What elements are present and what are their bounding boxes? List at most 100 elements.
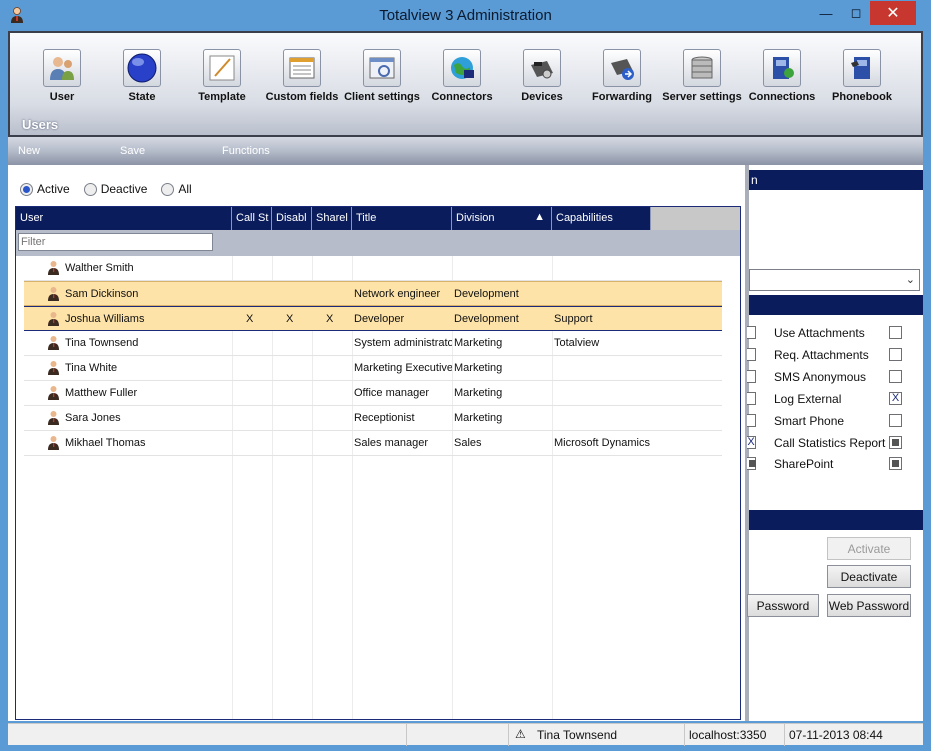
- template-icon: [203, 49, 241, 87]
- capability-label: Smart Phone: [774, 414, 845, 428]
- checkbox-indeterminate[interactable]: [747, 457, 756, 470]
- cell-title: Developer: [354, 313, 405, 325]
- capability-label: SharePoint: [774, 457, 834, 471]
- checkbox-checked[interactable]: X: [889, 392, 902, 405]
- table-row[interactable]: Walther Smith: [24, 256, 722, 281]
- password-button[interactable]: Password: [747, 594, 819, 617]
- activate-button[interactable]: Activate: [827, 537, 911, 560]
- cell-title: Office manager: [354, 387, 430, 399]
- deactivate-button[interactable]: Deactivate: [827, 565, 911, 588]
- ribbon-custom-fields[interactable]: Custom fields: [258, 49, 346, 103]
- status-cell-empty: [406, 724, 508, 746]
- checkbox[interactable]: [889, 370, 902, 383]
- grid-header: User Call St Disabl Sharel Title Divisio…: [16, 207, 740, 230]
- save-button[interactable]: Save: [120, 145, 145, 157]
- cell-user: Tina White: [65, 362, 118, 374]
- radio-unselected-icon: [161, 182, 175, 196]
- capability-row: Smart Phone: [747, 412, 923, 432]
- col-call-status[interactable]: Call St: [232, 207, 272, 230]
- cell-call-status: X: [246, 313, 254, 325]
- ribbon-label: Template: [198, 91, 246, 103]
- ribbon-user[interactable]: User: [18, 49, 106, 103]
- radio-all[interactable]: All: [161, 182, 192, 196]
- new-button[interactable]: New: [18, 145, 40, 157]
- radio-deactive[interactable]: Deactive: [83, 182, 148, 196]
- radio-label: Active: [37, 182, 70, 196]
- content-area: Active Deactive All User Call St Disabl …: [8, 165, 923, 721]
- ribbon-connectors[interactable]: Connectors: [418, 49, 506, 103]
- capabilities-header: [749, 295, 923, 315]
- radio-selected-icon: [20, 182, 33, 196]
- ribbon-client-settings[interactable]: Client settings: [338, 49, 426, 103]
- cell-capabilities: Microsoft Dynamics: [554, 437, 650, 449]
- col-disabled[interactable]: Disabl: [272, 207, 312, 230]
- table-row[interactable]: Tina Townsend System administrator Marke…: [24, 331, 722, 356]
- ribbon-template[interactable]: Template: [178, 49, 266, 103]
- table-row[interactable]: Sam Dickinson Network engineer Developme…: [24, 281, 722, 306]
- user-icon: [48, 261, 59, 275]
- ribbon-server-settings[interactable]: Server settings: [658, 49, 746, 103]
- table-row[interactable]: Tina White Marketing Executive Marketing: [24, 356, 722, 381]
- user-icon: [48, 312, 59, 326]
- web-password-button[interactable]: Web Password: [827, 594, 911, 617]
- cell-title: Marketing Executive: [354, 362, 452, 374]
- maximize-button[interactable]: ◻: [842, 1, 870, 25]
- ribbon-devices[interactable]: Devices: [498, 49, 586, 103]
- col-title[interactable]: Title: [352, 207, 452, 230]
- checkbox[interactable]: [747, 392, 756, 405]
- col-shared[interactable]: Sharel: [312, 207, 352, 230]
- ribbon-label: Connections: [748, 91, 816, 103]
- table-row[interactable]: Joshua Williams X X X Developer Developm…: [24, 306, 722, 331]
- capability-row: Req. Attachments: [747, 346, 923, 366]
- cell-user: Walther Smith: [65, 262, 134, 274]
- ribbon-state[interactable]: State: [98, 49, 186, 103]
- radio-label: Deactive: [100, 182, 148, 196]
- ribbon-phonebook[interactable]: Phonebook: [818, 49, 906, 103]
- filter-row: [16, 230, 740, 256]
- table-row[interactable]: Sara Jones Receptionist Marketing: [24, 406, 722, 431]
- capability-row: SMS Anonymous: [747, 368, 923, 388]
- functions-button[interactable]: Functions: [222, 145, 270, 157]
- minimize-button[interactable]: —: [812, 1, 840, 25]
- col-capabilities[interactable]: Capabilities: [552, 207, 651, 230]
- checkbox-checked[interactable]: X: [747, 436, 756, 449]
- checkbox[interactable]: [747, 370, 756, 383]
- close-button[interactable]: ✕: [870, 1, 916, 25]
- details-dropdown[interactable]: ⌄: [749, 269, 920, 291]
- status-user: ⚠ Tina Townsend: [508, 724, 684, 746]
- filter-input[interactable]: [18, 233, 213, 251]
- custom-fields-icon: [283, 49, 321, 87]
- status-server: localhost:3350: [684, 724, 784, 746]
- checkbox[interactable]: [889, 414, 902, 427]
- cell-user: Mikhael Thomas: [65, 437, 146, 449]
- cell-title: System administrator: [354, 337, 452, 349]
- col-user[interactable]: User: [16, 207, 232, 230]
- checkbox[interactable]: [889, 326, 902, 339]
- section-title: Users: [22, 117, 59, 132]
- ribbon-forwarding[interactable]: Forwarding: [578, 49, 666, 103]
- checkbox[interactable]: [747, 348, 756, 361]
- users-panel: Active Deactive All User Call St Disabl …: [8, 165, 745, 721]
- cell-division: Development: [454, 288, 519, 300]
- checkbox[interactable]: [889, 348, 902, 361]
- checkbox[interactable]: [747, 414, 756, 427]
- status-filter: Active Deactive All: [20, 182, 192, 196]
- capability-label: Req. Attachments: [774, 348, 869, 362]
- cell-division: Marketing: [454, 337, 503, 349]
- table-row[interactable]: Matthew Fuller Office manager Marketing: [24, 381, 722, 406]
- connections-icon: [763, 49, 801, 87]
- ribbon-connections[interactable]: Connections: [738, 49, 826, 103]
- capability-row: SharePoint: [747, 455, 923, 475]
- user-icon: [43, 49, 81, 87]
- cell-user: Tina Townsend: [65, 337, 139, 349]
- checkbox[interactable]: [747, 326, 756, 339]
- checkbox-indeterminate[interactable]: [889, 436, 902, 449]
- col-division[interactable]: Division ▲: [452, 207, 552, 230]
- users-grid: User Call St Disabl Sharel Title Divisio…: [15, 206, 741, 720]
- checkbox-indeterminate[interactable]: [889, 457, 902, 470]
- capability-label: Log External: [774, 392, 842, 406]
- radio-active[interactable]: Active: [20, 182, 70, 196]
- state-icon: [123, 49, 161, 87]
- table-row[interactable]: Mikhael Thomas Sales manager Sales Micro…: [24, 431, 722, 456]
- sort-asc-icon: ▲: [534, 211, 545, 223]
